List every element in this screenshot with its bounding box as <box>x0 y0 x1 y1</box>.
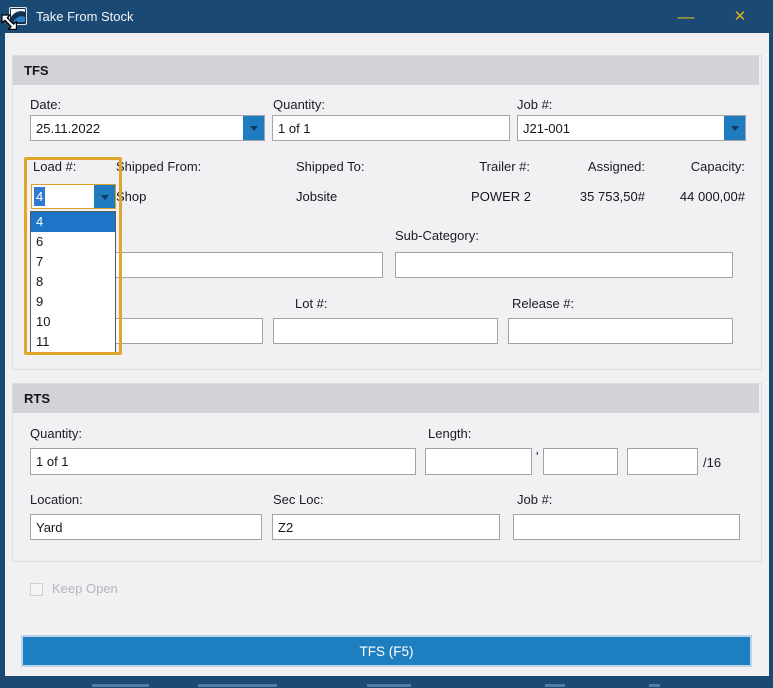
shipped-from-value: Shop <box>116 189 146 204</box>
quantity-input[interactable] <box>272 115 510 141</box>
load-option[interactable]: 7 <box>31 252 115 272</box>
app-icon <box>9 7 27 25</box>
minimize-button[interactable]: — <box>664 0 708 33</box>
rts-group-header: RTS <box>13 384 759 413</box>
tfs-submit-button[interactable]: TFS (F5) <box>21 635 752 667</box>
rts-quantity-input[interactable] <box>30 448 416 475</box>
load-option[interactable]: 8 <box>31 272 115 292</box>
chevron-down-icon <box>101 195 109 200</box>
load-option[interactable]: 11 <box>31 332 115 352</box>
shipped-to-label: Shipped To: <box>296 159 364 174</box>
location-label: Location: <box>30 492 83 507</box>
rts-job-input[interactable] <box>513 514 740 540</box>
rts-quantity-label: Quantity: <box>30 426 82 441</box>
load-label: Load #: <box>33 159 76 174</box>
take-from-stock-dialog: Take From Stock — ✕ TFS Date: Quantity: … <box>0 0 773 688</box>
close-button[interactable]: ✕ <box>718 0 762 33</box>
trailer-value: POWER 2 <box>471 189 531 204</box>
assigned-value: 35 753,50# <box>580 189 645 204</box>
load-selected-value: 4 <box>34 187 45 206</box>
length-fraction-input[interactable] <box>627 448 698 475</box>
date-dropdown-button[interactable] <box>243 116 264 140</box>
lot-input[interactable] <box>273 318 498 344</box>
shipped-from-label: Shipped From: <box>116 159 201 174</box>
shipped-to-value: Jobsite <box>296 189 337 204</box>
job-combobox[interactable] <box>517 115 746 141</box>
length-feet-input[interactable] <box>425 448 532 475</box>
date-label: Date: <box>30 97 61 112</box>
load-dropdown-button[interactable] <box>94 185 115 208</box>
trailer-label: Trailer #: <box>479 159 530 174</box>
keep-open-checkbox[interactable] <box>30 583 43 596</box>
load-option[interactable]: 6 <box>31 232 115 252</box>
window-title: Take From Stock <box>36 0 134 33</box>
sec-loc-input[interactable] <box>272 514 500 540</box>
titlebar: Take From Stock — ✕ <box>0 0 773 33</box>
sub-category-input[interactable] <box>395 252 733 278</box>
release-label: Release #: <box>512 296 574 311</box>
load-option[interactable]: 4 <box>31 212 115 232</box>
load-combobox[interactable]: 4 <box>31 184 116 209</box>
chevron-down-icon <box>250 126 258 131</box>
keep-open-label: Keep Open <box>52 581 118 596</box>
lot-label: Lot #: <box>295 296 328 311</box>
date-combobox[interactable] <box>30 115 265 141</box>
capacity-label: Capacity: <box>691 159 745 174</box>
sub-category-label: Sub-Category: <box>395 228 479 243</box>
capacity-value: 44 000,00# <box>680 189 745 204</box>
job-input[interactable] <box>518 116 723 140</box>
quantity-label: Quantity: <box>273 97 325 112</box>
length-inches-input[interactable] <box>543 448 618 475</box>
date-input[interactable] <box>31 116 242 140</box>
feet-mark: ' <box>536 449 538 464</box>
bottom-strip <box>0 676 773 688</box>
load-droplist: 4 6 7 8 9 10 11 <box>30 211 116 353</box>
sec-loc-label: Sec Loc: <box>273 492 324 507</box>
job-dropdown-button[interactable] <box>724 116 745 140</box>
load-option[interactable]: 10 <box>31 312 115 332</box>
chevron-down-icon <box>731 126 739 131</box>
length-label: Length: <box>428 426 471 441</box>
tfs-group-header: TFS <box>13 56 759 85</box>
job-label: Job #: <box>517 97 552 112</box>
rts-job-label: Job #: <box>517 492 552 507</box>
fraction-denominator: /16 <box>703 455 721 470</box>
location-input[interactable] <box>30 514 262 540</box>
assigned-label: Assigned: <box>588 159 645 174</box>
load-option[interactable]: 9 <box>31 292 115 312</box>
release-input[interactable] <box>508 318 733 344</box>
